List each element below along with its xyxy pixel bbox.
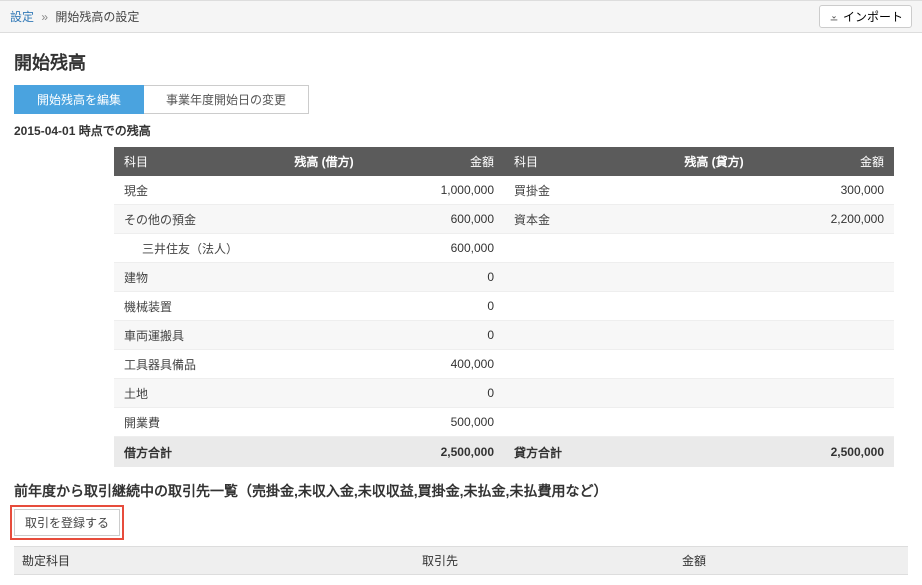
debit-row-amount: 500,000 <box>384 410 504 434</box>
debit-row-amount: 1,000,000 <box>384 178 504 202</box>
page-title: 開始残高 <box>14 49 908 75</box>
debit-total-row: 借方合計 2,500,000 <box>114 437 504 467</box>
credit-row-subject <box>504 417 774 427</box>
transactions-table-header: 勘定科目 取引先 金額 <box>14 546 908 575</box>
credit-row-amount: 300,000 <box>774 178 894 202</box>
transactions-col-partner: 取引先 <box>414 547 674 574</box>
debit-table-row: 開業費500,000 <box>114 408 504 437</box>
credit-row-amount: 2,200,000 <box>774 207 894 231</box>
credit-header: 科目 残高 (貸方) 金額 <box>504 147 894 176</box>
credit-total-label: 貸方合計 <box>504 439 774 466</box>
credit-table-row: 買掛金300,000 <box>504 176 894 205</box>
import-icon <box>828 12 840 22</box>
credit-header-subject: 科目 <box>504 147 604 176</box>
debit-row-amount: 0 <box>384 265 504 289</box>
debit-table-row: 現金1,000,000 <box>114 176 504 205</box>
debit-column: 科目 残高 (借方) 金額 現金1,000,000その他の預金600,000三井… <box>114 147 504 467</box>
debit-total-amount: 2,500,000 <box>384 440 504 464</box>
debit-table-row: 工具器具備品400,000 <box>114 350 504 379</box>
debit-row-amount: 600,000 <box>384 207 504 231</box>
balances-table: 科目 残高 (借方) 金額 現金1,000,000その他の預金600,000三井… <box>114 147 894 467</box>
transactions-heading: 前年度から取引継続中の取引先一覧（売掛金,未収入金,未収収益,買掛金,未払金,未… <box>14 481 908 501</box>
credit-total-amount: 2,500,000 <box>774 440 894 464</box>
debit-table-row: 三井住友（法人）600,000 <box>114 234 504 263</box>
transactions-col-account: 勘定科目 <box>14 547 414 574</box>
credit-row-subject <box>504 388 774 398</box>
credit-table-row: 資本金2,200,000 <box>504 205 894 234</box>
credit-header-title: 残高 (貸方) <box>604 147 824 176</box>
credit-table-row <box>504 350 894 379</box>
credit-row-amount <box>774 243 894 253</box>
debit-row-subject: 車両運搬具 <box>114 322 384 349</box>
tab-change-start-date[interactable]: 事業年度開始日の変更 <box>144 85 309 114</box>
credit-row-amount <box>774 272 894 282</box>
credit-column: 科目 残高 (貸方) 金額 買掛金300,000資本金2,200,000 貸方合… <box>504 147 894 467</box>
debit-row-subject: 土地 <box>114 380 384 407</box>
debit-table-row: 土地0 <box>114 379 504 408</box>
credit-header-amount: 金額 <box>824 147 894 176</box>
credit-row-subject <box>504 359 774 369</box>
debit-row-subject: 機械装置 <box>114 293 384 320</box>
debit-row-subject: 現金 <box>114 177 384 204</box>
tab-edit-balance[interactable]: 開始残高を編集 <box>14 85 144 114</box>
credit-table-row <box>504 292 894 321</box>
debit-row-amount: 0 <box>384 381 504 405</box>
credit-table-row <box>504 234 894 263</box>
transactions-col-amount: 金額 <box>674 547 908 574</box>
credit-row-subject <box>504 301 774 311</box>
debit-header-title: 残高 (借方) <box>214 147 434 176</box>
tabs: 開始残高を編集 事業年度開始日の変更 <box>14 85 908 114</box>
breadcrumb-root-link[interactable]: 設定 <box>10 10 34 24</box>
debit-row-amount: 600,000 <box>384 236 504 260</box>
credit-table-row <box>504 408 894 437</box>
credit-total-row: 貸方合計 2,500,000 <box>504 437 894 467</box>
debit-row-subject: 建物 <box>114 264 384 291</box>
credit-row-amount <box>774 330 894 340</box>
debit-row-amount: 0 <box>384 323 504 347</box>
credit-row-amount <box>774 301 894 311</box>
debit-table-row: 車両運搬具0 <box>114 321 504 350</box>
import-button-label: インポート <box>843 8 903 25</box>
breadcrumb-current: 開始残高の設定 <box>55 10 139 24</box>
debit-row-amount: 0 <box>384 294 504 318</box>
debit-row-subject: 開業費 <box>114 409 384 436</box>
credit-row-amount <box>774 359 894 369</box>
balance-date-line: 2015-04-01 時点での残高 <box>14 122 908 139</box>
debit-header: 科目 残高 (借方) 金額 <box>114 147 504 176</box>
debit-header-subject: 科目 <box>114 147 214 176</box>
credit-row-subject: 買掛金 <box>504 177 774 204</box>
credit-row-subject: 資本金 <box>504 206 774 233</box>
credit-row-subject <box>504 330 774 340</box>
debit-total-label: 借方合計 <box>114 439 384 466</box>
credit-row-amount <box>774 388 894 398</box>
debit-table-row: 機械装置0 <box>114 292 504 321</box>
credit-row-subject <box>504 243 774 253</box>
debit-table-row: その他の預金600,000 <box>114 205 504 234</box>
credit-row-subject <box>504 272 774 282</box>
debit-row-subject: 三井住友（法人） <box>114 235 384 262</box>
breadcrumb-separator: » <box>41 10 48 24</box>
debit-row-subject: その他の預金 <box>114 206 384 233</box>
debit-table-row: 建物0 <box>114 263 504 292</box>
credit-table-row <box>504 379 894 408</box>
debit-header-amount: 金額 <box>434 147 504 176</box>
breadcrumb: 設定 » 開始残高の設定 <box>10 8 139 25</box>
credit-table-row <box>504 263 894 292</box>
debit-row-subject: 工具器具備品 <box>114 351 384 378</box>
debit-row-amount: 400,000 <box>384 352 504 376</box>
credit-table-row <box>504 321 894 350</box>
import-button[interactable]: インポート <box>819 5 912 28</box>
register-transaction-button[interactable]: 取引を登録する <box>14 509 120 536</box>
credit-row-amount <box>774 417 894 427</box>
